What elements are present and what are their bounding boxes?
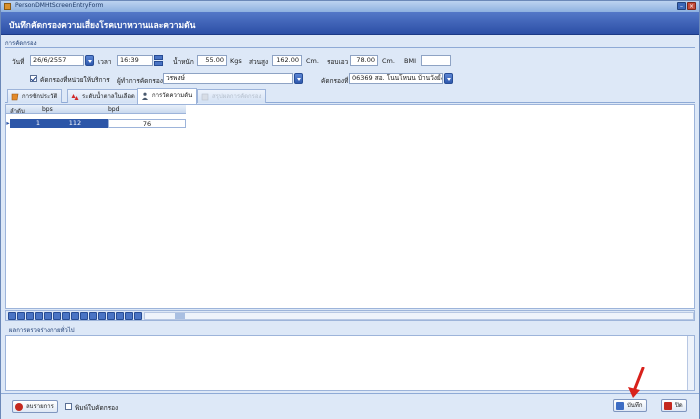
- save-button-label: บันทึก: [627, 402, 643, 409]
- waist-field[interactable]: 78.00: [350, 55, 378, 66]
- cell-bpd[interactable]: 76: [108, 119, 186, 128]
- save-button[interactable]: บันทึก: [613, 399, 647, 412]
- height-label: ส่วนสูง: [249, 58, 269, 66]
- col-bps-header[interactable]: bps: [42, 106, 53, 113]
- person-icon: [142, 92, 148, 100]
- last-record-button[interactable]: [53, 312, 61, 320]
- window-title: PersonDMHtScreenEntryForm: [15, 2, 104, 9]
- page-title: บันทึกคัดกรองความเสี่ยงโรคเบาหวานและความ…: [9, 21, 196, 31]
- table-row[interactable]: ▸ 1 112 76: [6, 119, 186, 128]
- screener-dropdown-button[interactable]: [294, 73, 303, 84]
- close-icon: [664, 402, 672, 410]
- close-window-button[interactable]: ×: [687, 2, 696, 10]
- cell-bps[interactable]: 112: [42, 119, 108, 128]
- date-field[interactable]: 26/6/2557: [30, 55, 84, 66]
- prev-record-button[interactable]: [26, 312, 34, 320]
- notes-label: ผลการตรวจร่างกายทั่วไป: [9, 327, 75, 334]
- horizontal-scrollbar[interactable]: [144, 312, 694, 320]
- grid-navigator: [5, 310, 695, 321]
- refresh-button[interactable]: [107, 312, 115, 320]
- in-unit-label: คัดกรองที่หน่วยให้บริการ: [40, 76, 110, 84]
- place-label: คัดกรองที่: [321, 77, 349, 85]
- height-unit: Cm.: [306, 57, 319, 65]
- blood-pressure-grid: ลำดับ bps bpd ▸ 1 112 76: [5, 104, 695, 309]
- waist-unit: Cm.: [382, 57, 395, 65]
- waist-label: รอบเอว: [327, 58, 349, 66]
- tab-blood-sugar-label: ระดับน้ำตาลในเลือด: [82, 93, 135, 100]
- tab-strip: การซักประวัติ ระดับน้ำตาลในเลือด การวัดค…: [5, 88, 695, 104]
- insert-record-button[interactable]: [62, 312, 70, 320]
- print-label: พิมพ์ใบคัดกรอง: [75, 404, 119, 412]
- next-record-button[interactable]: [35, 312, 43, 320]
- post-record-button[interactable]: [89, 312, 97, 320]
- title-bar: PersonDMHtScreenEntryForm – ×: [1, 1, 699, 12]
- close-button[interactable]: ปิด: [661, 399, 687, 412]
- tab-summary[interactable]: สรุปผลการคัดกรอง: [197, 89, 267, 103]
- tab-summary-label: สรุปผลการคัดกรอง: [212, 93, 262, 100]
- bookmark-button[interactable]: [134, 312, 142, 320]
- date-dropdown-button[interactable]: [85, 55, 94, 66]
- summary-icon: [201, 93, 209, 101]
- tab-history[interactable]: การซักประวัติ: [7, 89, 63, 103]
- place-field[interactable]: 06369 สอ. โนนโหนน บ้านวังยั้ง หมู่ที่ 0: [349, 73, 443, 84]
- screener-field[interactable]: วรพงษ์: [163, 73, 293, 84]
- blood-drop-icon: [71, 94, 79, 100]
- col-bpd-header[interactable]: bpd: [108, 106, 119, 113]
- screen-entry-window: PersonDMHtScreenEntryForm – × บันทึกคัดก…: [0, 0, 700, 419]
- close-button-label: ปิด: [675, 402, 683, 409]
- apply-filter-button[interactable]: [116, 312, 124, 320]
- weight-unit: Kgs: [230, 57, 242, 65]
- group-divider: [5, 47, 695, 48]
- cell-seq[interactable]: 1: [10, 119, 42, 128]
- col-seq-header[interactable]: ลำดับ: [10, 106, 25, 116]
- time-spinner[interactable]: [154, 55, 163, 66]
- red-arrow-icon: [628, 367, 645, 398]
- tab-blood-pressure[interactable]: การวัดความดัน: [137, 88, 198, 104]
- history-icon: [11, 93, 19, 101]
- screener-label: ผู้ทำการคัดกรอง: [117, 77, 163, 85]
- height-field[interactable]: 162.00: [272, 55, 302, 66]
- place-dropdown-button[interactable]: [444, 73, 453, 84]
- delete-button[interactable]: ลบรายการ: [12, 400, 58, 413]
- tab-blood-pressure-label: การวัดความดัน: [152, 92, 193, 99]
- tab-history-label: การซักประวัติ: [22, 93, 58, 100]
- tab-blood-sugar[interactable]: ระดับน้ำตาลในเลือด: [67, 89, 140, 103]
- header-banner: บันทึกคัดกรองความเสี่ยงโรคเบาหวานและความ…: [1, 12, 699, 35]
- print-checkbox[interactable]: [65, 403, 72, 410]
- in-unit-checkbox[interactable]: [30, 75, 37, 82]
- bmi-label: BMI: [404, 57, 416, 65]
- delete-icon: [15, 403, 23, 411]
- delete-button-label: ลบรายการ: [26, 403, 54, 410]
- first-record-button[interactable]: [8, 312, 16, 320]
- time-field[interactable]: 16:39: [117, 55, 153, 66]
- delete-record-button[interactable]: [71, 312, 79, 320]
- weight-field[interactable]: 55.00: [197, 55, 227, 66]
- clear-filter-button[interactable]: [125, 312, 133, 320]
- prev-page-button[interactable]: [17, 312, 25, 320]
- scrollbar-thumb[interactable]: [175, 313, 185, 319]
- cancel-record-button[interactable]: [98, 312, 106, 320]
- time-label: เวลา: [98, 58, 112, 66]
- weight-label: น้ำหนัก: [173, 58, 194, 66]
- notes-scrollbar[interactable]: [687, 336, 694, 390]
- edit-record-button[interactable]: [80, 312, 88, 320]
- grid-header: ลำดับ bps bpd: [6, 105, 186, 116]
- bmi-field[interactable]: [421, 55, 451, 66]
- notes-textarea[interactable]: [5, 335, 695, 391]
- save-icon: [616, 402, 624, 410]
- next-page-button[interactable]: [44, 312, 52, 320]
- footer-bar: ลบรายการ พิมพ์ใบคัดกรอง บันทึก ปิด: [1, 393, 699, 419]
- minimize-button[interactable]: –: [677, 2, 686, 10]
- date-label: วันที่: [12, 58, 25, 66]
- app-icon: [4, 3, 11, 10]
